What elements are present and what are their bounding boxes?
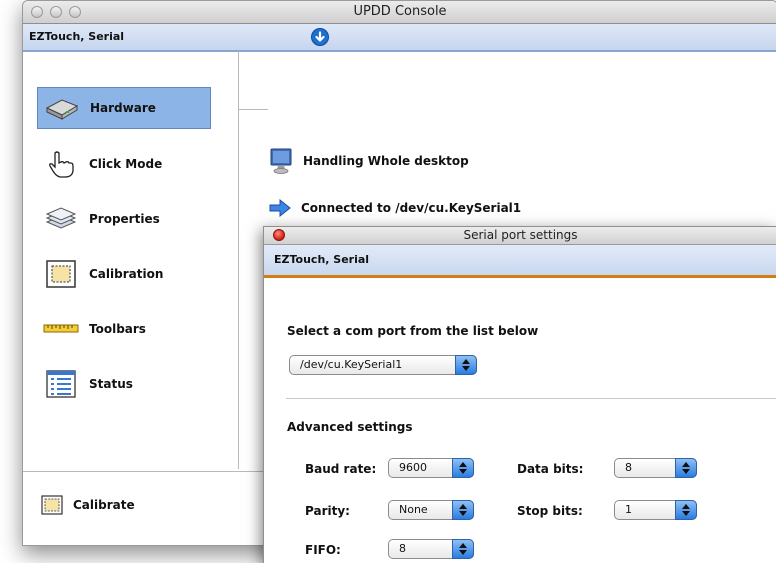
select-arrows-icon <box>452 458 474 478</box>
title-bar: UPDD Console <box>23 1 776 24</box>
device-select-button[interactable] <box>311 28 329 46</box>
select-arrows-icon <box>675 500 697 520</box>
arrow-right-icon <box>269 199 291 217</box>
calibration-icon <box>41 495 63 515</box>
sidebar-item-properties[interactable]: Properties <box>37 198 211 240</box>
sidebar: Hardware Click Mode Properties Calibrati… <box>23 51 239 469</box>
dialog-device-bar: EZTouch, Serial <box>264 245 776 278</box>
dialog-title: Serial port settings <box>463 228 578 242</box>
device-bar: EZTouch, Serial <box>23 24 776 52</box>
select-arrows-icon <box>455 355 477 375</box>
sidebar-item-click-mode[interactable]: Click Mode <box>37 143 211 185</box>
close-window-button[interactable] <box>31 6 43 18</box>
select-arrows-icon <box>675 458 697 478</box>
dialog-divider-tick <box>263 289 264 290</box>
fifo-select[interactable]: 8 <box>388 539 474 559</box>
fifo-value: 8 <box>399 542 406 555</box>
baud-rate-label: Baud rate: <box>305 462 377 476</box>
dialog-title-bar: Serial port settings <box>264 227 776 245</box>
baud-rate-select[interactable]: 9600 <box>388 458 474 478</box>
data-bits-select[interactable]: 8 <box>614 458 697 478</box>
sidebar-item-calibration[interactable]: Calibration <box>37 253 211 295</box>
calibration-icon <box>43 259 79 289</box>
section-divider <box>286 398 776 399</box>
handling-status: Handling Whole desktop <box>269 147 469 175</box>
handling-text: Handling Whole desktop <box>303 154 469 168</box>
calibrate-button[interactable]: Calibrate <box>41 495 135 515</box>
select-arrows-icon <box>452 539 474 559</box>
stop-bits-select[interactable]: 1 <box>614 500 697 520</box>
device-name: EZTouch, Serial <box>29 30 125 43</box>
sidebar-item-hardware[interactable]: Hardware <box>37 87 211 129</box>
close-dialog-button[interactable] <box>273 229 285 241</box>
ruler-icon <box>43 314 79 344</box>
com-port-select[interactable]: /dev/cu.KeySerial1 <box>289 355 477 375</box>
arrow-down-icon <box>315 31 325 42</box>
parity-value: None <box>399 503 428 516</box>
advanced-settings-heading: Advanced settings <box>287 420 413 434</box>
serial-port-dialog: Serial port settings EZTouch, Serial Sel… <box>263 226 776 563</box>
dialog-device-name: EZTouch, Serial <box>274 253 370 266</box>
sidebar-divider <box>238 109 268 110</box>
sidebar-item-label: Properties <box>89 212 160 226</box>
monitor-icon <box>270 148 292 174</box>
parity-label: Parity: <box>305 504 350 518</box>
sidebar-item-label: Toolbars <box>89 322 146 336</box>
baud-rate-value: 9600 <box>399 461 427 474</box>
sidebar-item-label: Calibration <box>89 267 164 281</box>
minimize-window-button[interactable] <box>50 6 62 18</box>
select-arrows-icon <box>452 500 474 520</box>
sidebar-item-status[interactable]: Status <box>37 363 211 405</box>
port-prompt: Select a com port from the list below <box>287 324 539 338</box>
parity-select[interactable]: None <box>388 500 474 520</box>
sidebar-item-label: Click Mode <box>89 157 163 171</box>
hardware-icon <box>44 93 80 123</box>
calibrate-label: Calibrate <box>73 498 135 512</box>
data-bits-value: 8 <box>625 461 632 474</box>
stop-bits-value: 1 <box>625 503 632 516</box>
com-port-value: /dev/cu.KeySerial1 <box>300 358 403 371</box>
layers-icon <box>43 204 79 234</box>
sidebar-item-label: Hardware <box>90 101 156 115</box>
status-list-icon <box>43 369 79 399</box>
sidebar-item-label: Status <box>89 377 133 391</box>
fifo-label: FIFO: <box>305 543 341 557</box>
window-title: UPDD Console <box>353 4 447 19</box>
connection-status: Connected to /dev/cu.KeySerial1 <box>269 199 521 217</box>
stop-bits-label: Stop bits: <box>517 504 583 518</box>
hand-pointer-icon <box>43 149 79 179</box>
sidebar-item-toolbars[interactable]: Toolbars <box>37 308 211 350</box>
zoom-window-button[interactable] <box>69 6 81 18</box>
window-controls <box>31 6 81 18</box>
connected-text: Connected to /dev/cu.KeySerial1 <box>301 201 522 215</box>
data-bits-label: Data bits: <box>517 462 584 476</box>
